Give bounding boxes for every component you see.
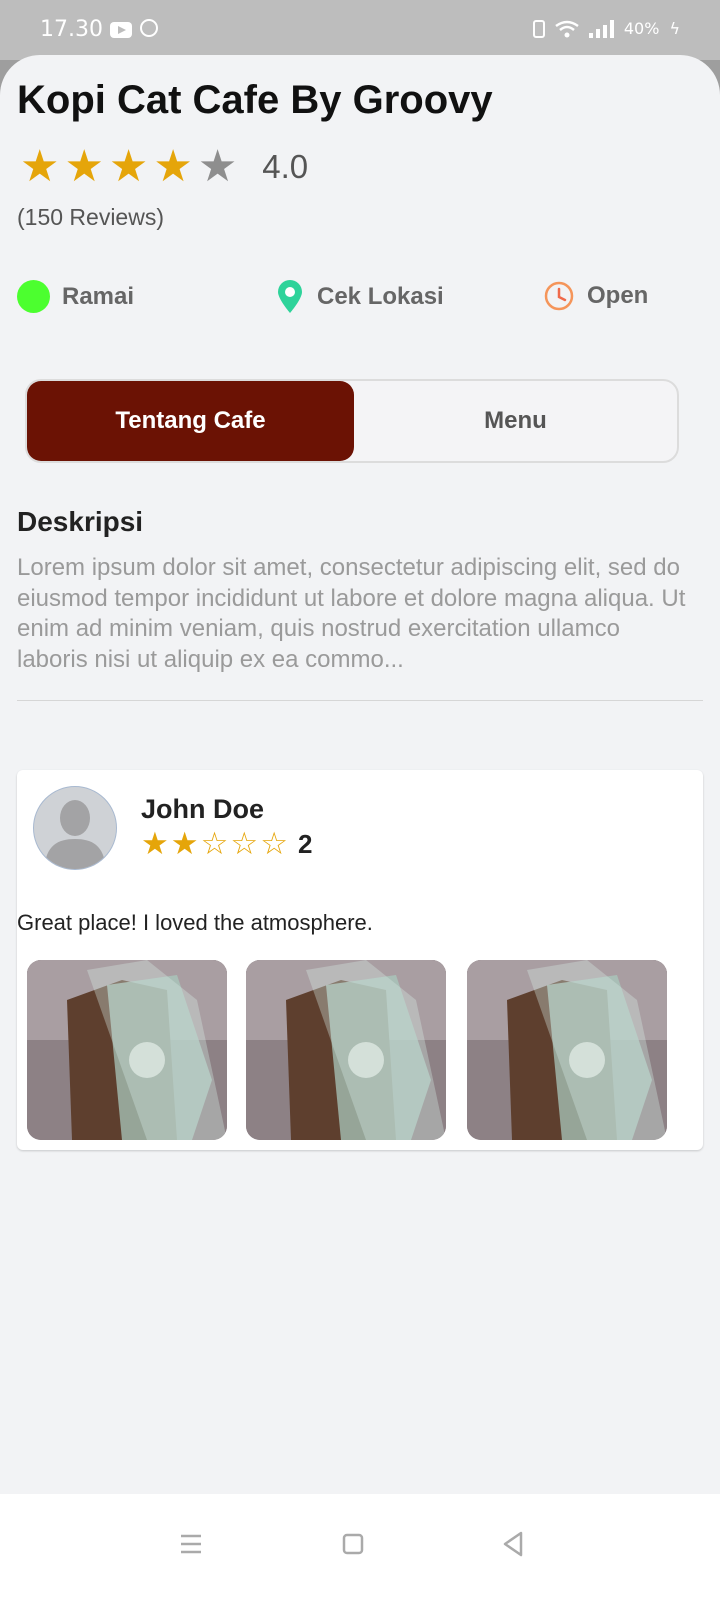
star-empty-icon: ★	[197, 142, 238, 191]
star-filled-icon: ★	[64, 142, 104, 191]
review-text: Great place! I loved the atmosphere.	[17, 910, 373, 935]
star-filled-icon: ★	[108, 142, 149, 191]
tab-menu[interactable]: Menu	[354, 381, 677, 461]
menu-icon[interactable]	[171, 1524, 211, 1564]
back-icon[interactable]	[493, 1524, 533, 1564]
system-navigation-bar	[0, 1494, 720, 1600]
star-filled-icon: ★	[170, 826, 199, 861]
opening-status: Open	[543, 280, 648, 312]
star-outline-icon: ☆	[200, 826, 229, 861]
review-card: John Doe ★ ★ ☆ ☆ ☆ 2 Great place! I loved th…	[17, 770, 703, 1150]
review-score: 2	[297, 828, 313, 859]
review-rating: ★ ★ ☆ ☆ ☆ 2	[141, 828, 312, 860]
youtube-icon	[110, 22, 132, 38]
rating-value: 4.0	[262, 148, 309, 185]
review-photo[interactable]	[467, 960, 667, 1140]
star-filled-icon: ★	[141, 826, 169, 861]
tab-tentang-cafe[interactable]: Tentang Cafe	[27, 381, 354, 461]
review-photo-image	[27, 960, 227, 1140]
home-icon[interactable]	[333, 1524, 373, 1564]
cafe-title: Kopi Cat Cafe By Groovy	[17, 78, 493, 122]
star-outline-icon: ☆	[230, 826, 259, 861]
battery-charging-icon: ϟ	[669, 19, 680, 38]
crowd-status-label: Ramai	[62, 282, 135, 310]
signal-icon	[588, 19, 614, 38]
location-pin-icon	[278, 280, 302, 313]
star-filled-icon: ★	[153, 142, 193, 191]
description-heading: Deskripsi	[17, 506, 144, 537]
review-count: (150 Reviews)	[17, 204, 164, 230]
whatsapp-icon	[140, 19, 158, 37]
star-filled-icon: ★	[20, 142, 60, 191]
clock-icon	[544, 281, 574, 311]
wifi-icon	[555, 20, 579, 37]
divider	[17, 700, 703, 701]
reviewer-name: John Doe	[141, 794, 265, 824]
person-icon	[44, 800, 106, 869]
description-text: Lorem ipsum dolor sit amet, consectetur …	[17, 554, 686, 673]
review-photo-image	[467, 960, 667, 1140]
avatar	[33, 786, 117, 870]
review-rating-stars: ★ ★ ☆ ☆ ☆	[141, 828, 290, 860]
status-bar: 17.30 40% ϟ	[0, 0, 720, 60]
status-right: 40% ϟ	[532, 19, 680, 38]
cafe-info-row: Ramai Cek Lokasi Open	[0, 280, 720, 320]
review-photo-image	[246, 960, 446, 1140]
crowd-status: Ramai	[17, 280, 134, 313]
crowd-status-dot	[17, 280, 50, 313]
review-photo[interactable]	[27, 960, 227, 1140]
status-time: 17.30	[40, 17, 103, 42]
vibrate-icon	[532, 19, 545, 38]
star-outline-icon: ☆	[260, 826, 288, 861]
opening-status-label: Open	[587, 282, 649, 309]
cafe-rating-stars: ★ ★ ★ ★ ★	[20, 145, 242, 189]
detail-tabs: Tentang Cafe Menu	[25, 379, 679, 463]
location-label: Cek Lokasi	[317, 283, 444, 310]
review-photo[interactable]	[246, 960, 446, 1140]
location-link[interactable]: Cek Lokasi	[275, 280, 444, 314]
battery-text: 40%	[623, 19, 660, 38]
cafe-rating: ★ ★ ★ ★ ★ 4.0	[20, 145, 308, 189]
